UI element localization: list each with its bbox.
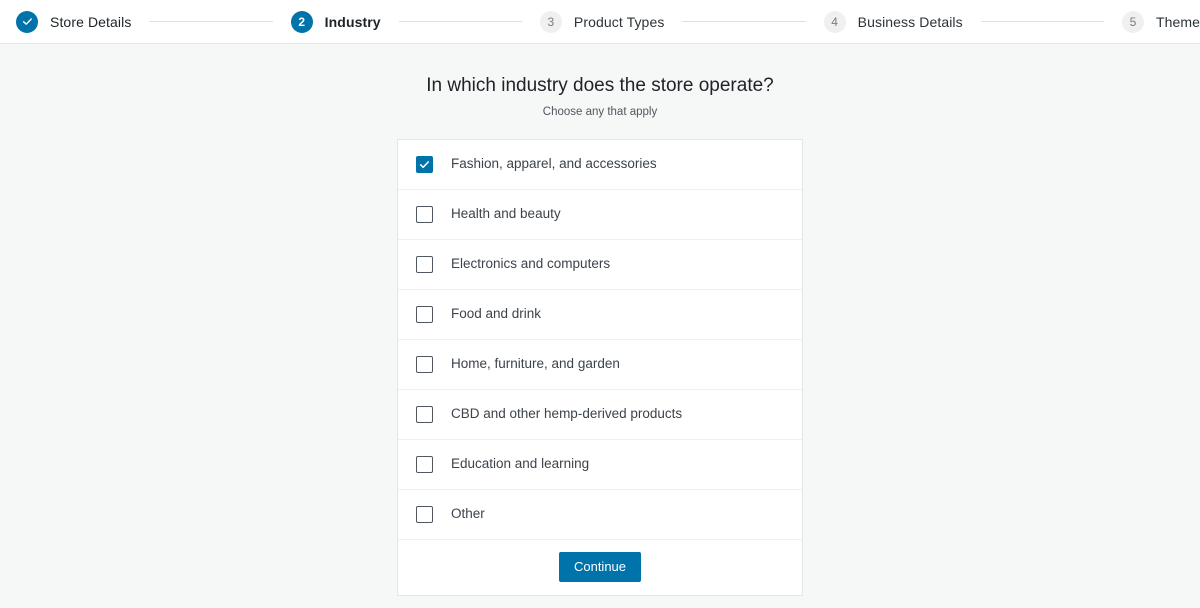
step-number-bullet: 4 — [823, 10, 846, 33]
step-number-bullet: 3 — [539, 10, 562, 33]
page-title: In which industry does the store operate… — [426, 75, 774, 96]
industry-option-row[interactable]: Home, furniture, and garden — [398, 340, 802, 390]
wizard-step-label: Industry — [324, 13, 381, 30]
industry-option-label: Food and drink — [451, 306, 542, 322]
step-connector — [682, 21, 806, 22]
wizard-body: In which industry does the store operate… — [0, 44, 1200, 596]
checkbox-icon[interactable] — [416, 205, 433, 223]
industry-option-label: Fashion, apparel, and accessories — [451, 156, 657, 172]
checkbox-icon[interactable] — [416, 505, 433, 523]
wizard-step-label: Business Details — [857, 13, 963, 30]
wizard-step-store-details[interactable]: Store Details — [16, 10, 132, 33]
checkbox-icon[interactable] — [416, 305, 433, 323]
step-number-bullet: 5 — [1121, 10, 1144, 33]
checkbox-icon[interactable] — [416, 405, 433, 423]
step-connector — [398, 21, 522, 22]
industry-option-row[interactable]: CBD and other hemp-derived products — [398, 390, 802, 440]
step-connector — [149, 21, 273, 22]
continue-button[interactable]: Continue — [558, 552, 642, 583]
industry-option-row[interactable]: Food and drink — [398, 290, 802, 340]
check-icon — [16, 10, 38, 33]
industry-option-row[interactable]: Fashion, apparel, and accessories — [398, 140, 802, 190]
page-subtitle: Choose any that apply — [542, 105, 658, 118]
industry-option-list: Fashion, apparel, and accessories Health … — [398, 140, 802, 540]
wizard-step-label: Store Details — [50, 13, 132, 30]
step-connector — [980, 21, 1104, 22]
industry-option-row[interactable]: Health and beauty — [398, 190, 802, 240]
industry-option-label: Home, furniture, and garden — [451, 356, 620, 372]
industry-option-label: Electronics and computers — [451, 256, 611, 272]
checkbox-icon[interactable] — [416, 455, 433, 473]
industry-option-label: Health and beauty — [451, 206, 561, 222]
checkbox-icon[interactable] — [416, 255, 433, 273]
wizard-step-industry[interactable]: 2 Industry — [290, 10, 381, 33]
checkbox-checked-icon[interactable] — [416, 155, 433, 173]
wizard-step-theme[interactable]: 5 Theme — [1121, 10, 1200, 33]
wizard-step-label: Theme — [1155, 13, 1200, 30]
industry-option-row[interactable]: Other — [398, 490, 802, 540]
industry-option-label: Education and learning — [451, 456, 590, 472]
card-footer: Continue — [398, 540, 802, 595]
wizard-step-product-types[interactable]: 3 Product Types — [539, 10, 665, 33]
step-number-bullet: 2 — [290, 10, 313, 33]
industry-option-row[interactable]: Electronics and computers — [398, 240, 802, 290]
wizard-stepper: Store Details 2 Industry 3 Product Types 4 Bus… — [0, 0, 1200, 44]
checkbox-icon[interactable] — [416, 355, 433, 373]
industry-card: Fashion, apparel, and accessories Health … — [397, 138, 803, 596]
industry-option-label: Other — [451, 506, 485, 522]
industry-option-label: CBD and other hemp-derived products — [451, 406, 683, 422]
industry-option-row[interactable]: Education and learning — [398, 440, 802, 490]
wizard-step-label: Product Types — [573, 13, 665, 30]
wizard-step-business-details[interactable]: 4 Business Details — [823, 10, 963, 33]
